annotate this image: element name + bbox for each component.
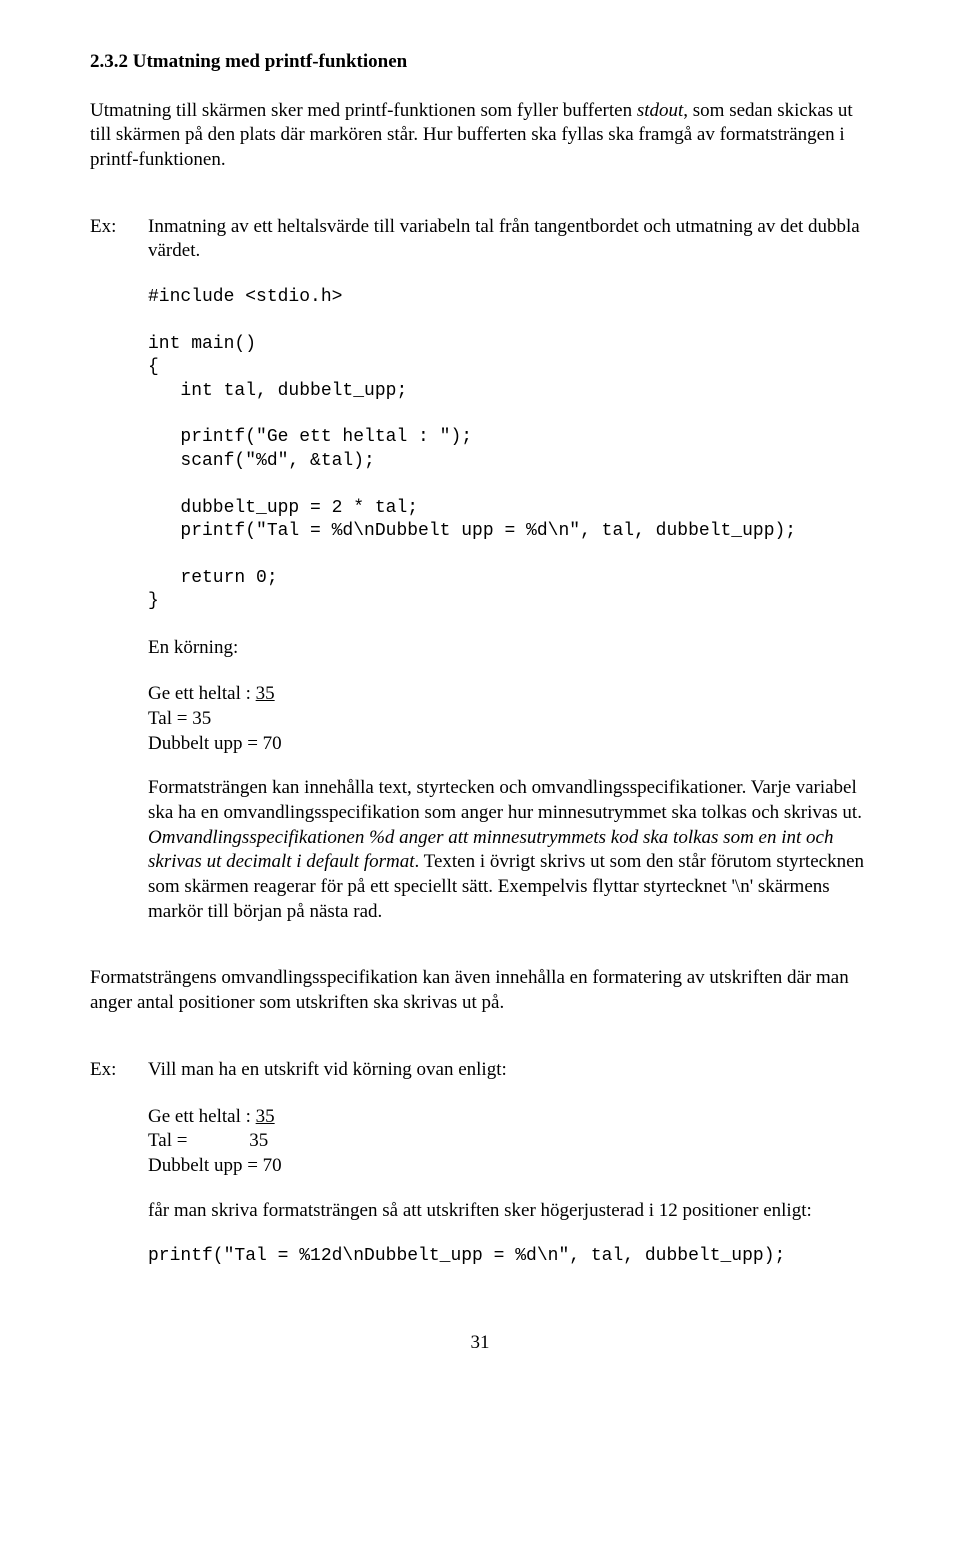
code-block-2: printf("Tal = %12d\nDubbelt_upp = %d\n",… — [148, 1245, 870, 1268]
run1-line1: Ge ett heltal : 35 — [148, 682, 870, 707]
run-label-1: En körning: — [148, 636, 870, 661]
run-output-2: Ge ett heltal : 35 Tal = 35 Dubbelt upp … — [148, 1105, 870, 1179]
run2-line2: Tal = 35 — [148, 1129, 870, 1154]
run-output-1: Ge ett heltal : 35 Tal = 35 Dubbelt upp … — [148, 682, 870, 756]
section-heading: 2.3.2 Utmatning med printf-funktionen — [90, 50, 870, 75]
para2-a: Formatsträngen kan innehålla text, styrt… — [148, 777, 862, 823]
code-block-1: #include <stdio.h> int main() { int tal,… — [148, 286, 870, 613]
example-body: Inmatning av ett heltalsvärde till varia… — [148, 215, 870, 947]
run1-line1-prompt: Ge ett heltal : — [148, 683, 256, 704]
page-number: 31 — [90, 1331, 870, 1356]
run1-line3: Dubbelt upp = 70 — [148, 732, 870, 757]
example-2-intro: Vill man ha en utskrift vid körning ovan… — [148, 1058, 870, 1083]
intro-italic-stdout: stdout — [637, 100, 683, 121]
example-2: Ex: Vill man ha en utskrift vid körning … — [90, 1058, 870, 1291]
run1-line2: Tal = 35 — [148, 707, 870, 732]
document-page: 2.3.2 Utmatning med printf-funktionen Ut… — [0, 0, 960, 1385]
example-1: Ex: Inmatning av ett heltalsvärde till v… — [90, 215, 870, 947]
intro-text-a: Utmatning till skärmen sker med printf-f… — [90, 100, 637, 121]
run2-line1-prompt: Ge ett heltal : — [148, 1106, 256, 1127]
example-2-after: får man skriva formatsträngen så att uts… — [148, 1199, 870, 1224]
run2-line3: Dubbelt upp = 70 — [148, 1154, 870, 1179]
example-label: Ex: — [90, 215, 148, 947]
run2-line1-input: 35 — [256, 1106, 275, 1127]
example-1-intro: Inmatning av ett heltalsvärde till varia… — [148, 215, 870, 264]
run1-line1-input: 35 — [256, 683, 275, 704]
example-label-2: Ex: — [90, 1058, 148, 1291]
format-explanation: Formatsträngen kan innehålla text, styrt… — [148, 776, 870, 924]
format-position-paragraph: Formatsträngens omvandlingsspecifikation… — [90, 966, 870, 1015]
run2-line1: Ge ett heltal : 35 — [148, 1105, 870, 1130]
example-2-body: Vill man ha en utskrift vid körning ovan… — [148, 1058, 870, 1291]
intro-paragraph: Utmatning till skärmen sker med printf-f… — [90, 99, 870, 173]
